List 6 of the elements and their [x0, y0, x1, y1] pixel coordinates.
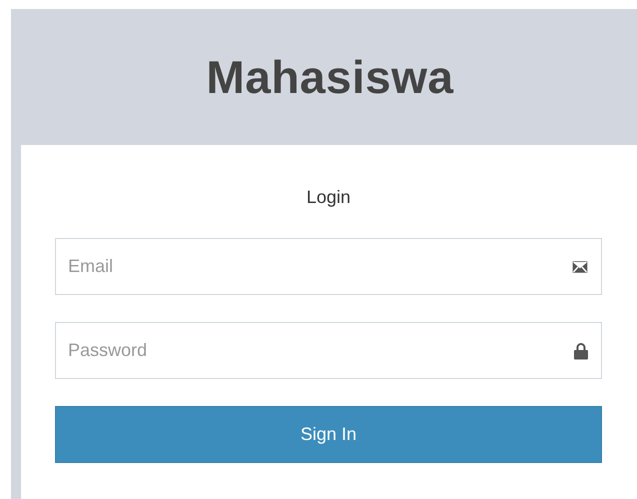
password-field[interactable]: Password [55, 322, 602, 379]
lock-icon [574, 342, 588, 359]
email-field[interactable]: Email [55, 238, 602, 295]
sign-in-button[interactable]: Sign In [55, 406, 602, 463]
login-heading: Login [305, 186, 352, 209]
app-title: Mahasiswa [206, 50, 454, 104]
